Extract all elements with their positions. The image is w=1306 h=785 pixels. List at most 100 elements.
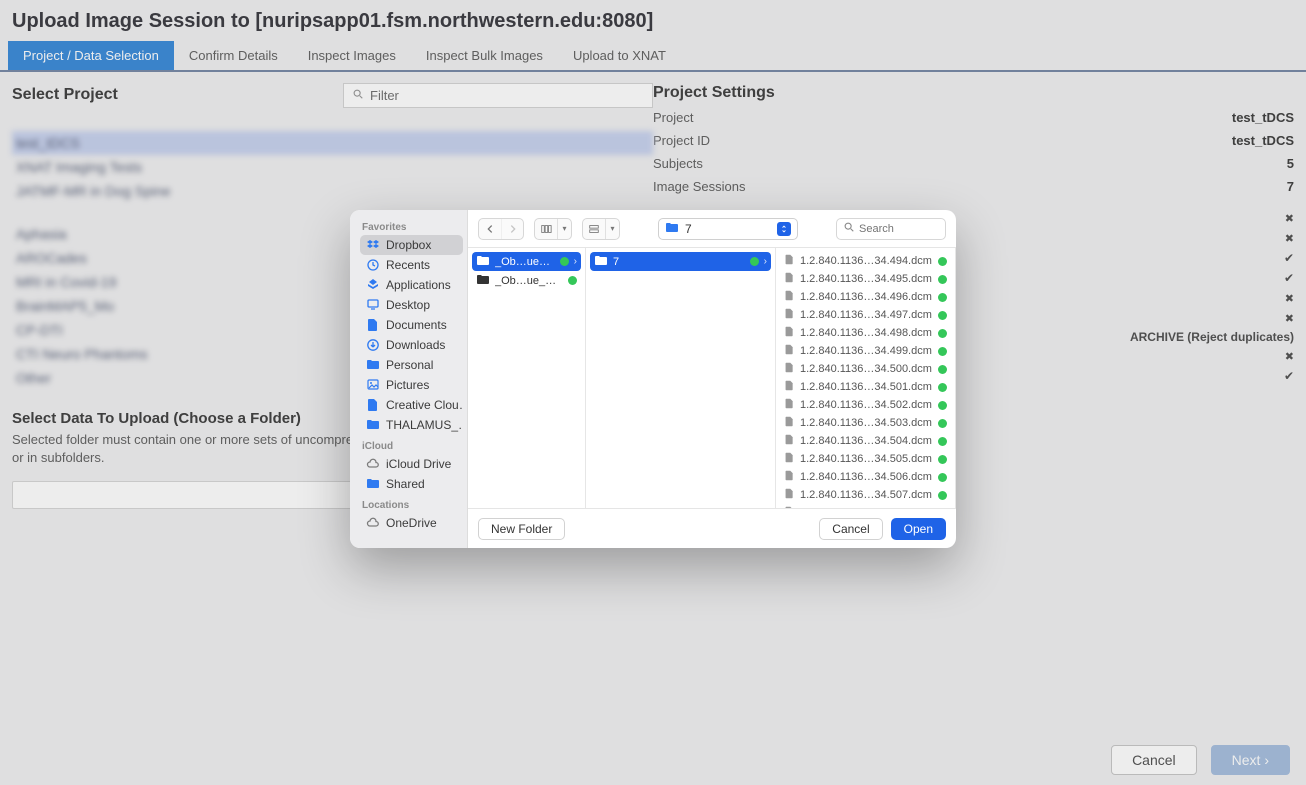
sidebar-item-shared[interactable]: Shared [360,474,463,494]
tab-confirm-details[interactable]: Confirm Details [174,41,293,70]
nav-back-forward[interactable] [478,218,524,240]
settings-row: Project IDtest_tDCS [653,129,1294,152]
file-item[interactable]: 1.2.840.1136…34.507.dcm [780,486,951,504]
tab-inspect-images[interactable]: Inspect Images [293,41,411,70]
settings-row: Subjects5 [653,152,1294,175]
group-by-button[interactable]: ▾ [582,218,620,240]
sidebar-item-pictures[interactable]: Pictures [360,375,463,395]
file-item[interactable]: 1.2.840.1136…34.503.dcm [780,414,951,432]
dialog-search[interactable] [836,218,946,240]
file-name: 1.2.840.1136…34.503.dcm [800,417,933,429]
file-item[interactable]: 1.2.840.1136…34.505.dcm [780,450,951,468]
dialog-search-input[interactable] [859,223,939,235]
sync-status-icon [938,473,947,482]
filter-input[interactable] [370,88,644,103]
next-button[interactable]: Next › [1211,745,1290,775]
sync-status-icon [938,401,947,410]
file-item[interactable]: 1.2.840.1136…34.496.dcm [780,288,951,306]
sidebar-item-onedrive[interactable]: OneDrive [360,513,463,533]
file-icon [784,452,795,466]
file-item[interactable]: 1.2.840.1136…34.506.dcm [780,468,951,486]
column-folder-item[interactable]: 7› [590,252,771,271]
tab-project-data-selection[interactable]: Project / Data Selection [8,41,174,70]
path-label: 7 [685,222,692,236]
file-item[interactable]: 1.2.840.1136…34.498.dcm [780,324,951,342]
sidebar-section-header: Locations [362,500,463,511]
tab-upload-to-xnat[interactable]: Upload to XNAT [558,41,681,70]
file-item[interactable]: 1.2.840.1136…34.495.dcm [780,270,951,288]
search-icon [843,221,855,236]
file-item[interactable]: 1.2.840.1136…34.497.dcm [780,306,951,324]
sidebar-item-label: Personal [386,358,433,372]
page-title: Upload Image Session to [nuripsapp01.fsm… [0,0,1306,41]
sidebar-item-label: Documents [386,318,447,332]
sync-status-icon [568,276,577,285]
sync-status-icon [938,257,947,266]
file-item[interactable]: 1.2.840.1136…34.494.dcm [780,252,951,270]
file-name: 1.2.840.1136…34.505.dcm [800,453,933,465]
file-name: 1.2.840.1136…34.495.dcm [800,273,933,285]
column-folder-item[interactable]: _Ob…ue_DTI_n=11 [472,271,581,290]
sidebar-item-label: OneDrive [386,516,437,530]
apps-icon [366,278,380,292]
sidebar-item-applications[interactable]: Applications [360,275,463,295]
sync-status-icon [938,311,947,320]
sidebar-item-documents[interactable]: Documents [360,315,463,335]
sync-status-icon [938,491,947,500]
project-settings-title: Project Settings [653,84,1294,102]
filter-input-wrap[interactable] [343,83,653,108]
file-name: 1.2.840.1136…34.501.dcm [800,381,933,393]
file-item[interactable]: 1.2.840.1136…34.502.dcm [780,396,951,414]
sidebar-section-header: Favorites [362,222,463,233]
file-item[interactable]: 1.2.840.1136…34.499.dcm [780,342,951,360]
file-icon [784,416,795,430]
file-open-dialog: Favorites Dropbox RecentsApplicationsDeskt… [350,210,956,548]
search-icon [352,88,364,103]
sync-status-icon [938,347,947,356]
sidebar-item-thalamus-[interactable]: THALAMUS_… [360,415,463,435]
sidebar-item-icloud-drive[interactable]: iCloud Drive [360,454,463,474]
path-control[interactable]: 7 [658,218,798,240]
sidebar-item-personal[interactable]: Personal [360,355,463,375]
folder-icon [476,273,490,288]
sync-status-icon [750,257,759,266]
back-button[interactable] [479,219,501,239]
sidebar-item-label: Downloads [386,338,445,352]
sidebar-item-dropbox[interactable]: Dropbox [360,235,463,255]
sync-status-icon [938,293,947,302]
file-icon [784,344,795,358]
item-label: 7 [613,256,745,268]
sidebar-item-desktop[interactable]: Desktop [360,295,463,315]
forward-button[interactable] [501,219,523,239]
cloud-icon [366,457,380,471]
column-folder-item[interactable]: _Ob…ue_DTI_n=11 › [472,252,581,271]
file-item[interactable]: 1.2.840.1136…34.504.dcm [780,432,951,450]
project-item[interactable]: JATMF-MR in Dog Spine [12,179,653,203]
image-icon [366,378,380,392]
project-item[interactable]: XNAT Imaging Tests [12,155,653,179]
dialog-open-button[interactable]: Open [891,518,946,540]
sidebar-section-header: iCloud [362,441,463,452]
folder-icon [476,254,490,269]
sidebar-item-label: Dropbox [386,238,431,252]
sidebar-item-creative-clou-[interactable]: Creative Clou… [360,395,463,415]
sidebar-item-recents[interactable]: Recents [360,255,463,275]
item-label: _Ob…ue_DTI_n=11 [495,256,555,268]
dialog-cancel-button[interactable]: Cancel [819,518,882,540]
file-item[interactable]: 1.2.840.1136…34.500.dcm [780,360,951,378]
new-folder-button[interactable]: New Folder [478,518,565,540]
folder-icon [366,477,380,491]
sidebar-item-downloads[interactable]: Downloads [360,335,463,355]
file-item[interactable]: 1.2.840.1136…34.501.dcm [780,378,951,396]
project-item[interactable]: test_tDCS [12,131,653,155]
sidebar-item-label: iCloud Drive [386,457,451,471]
folder-icon [665,221,679,236]
file-icon [784,398,795,412]
cancel-button[interactable]: Cancel [1111,745,1197,775]
tab-inspect-bulk-images[interactable]: Inspect Bulk Images [411,41,558,70]
sidebar-item-label: THALAMUS_… [386,418,463,432]
view-columns-button[interactable]: ▾ [534,218,572,240]
sync-status-icon [938,437,947,446]
chevron-right-icon: › [574,256,577,267]
file-icon [784,434,795,448]
